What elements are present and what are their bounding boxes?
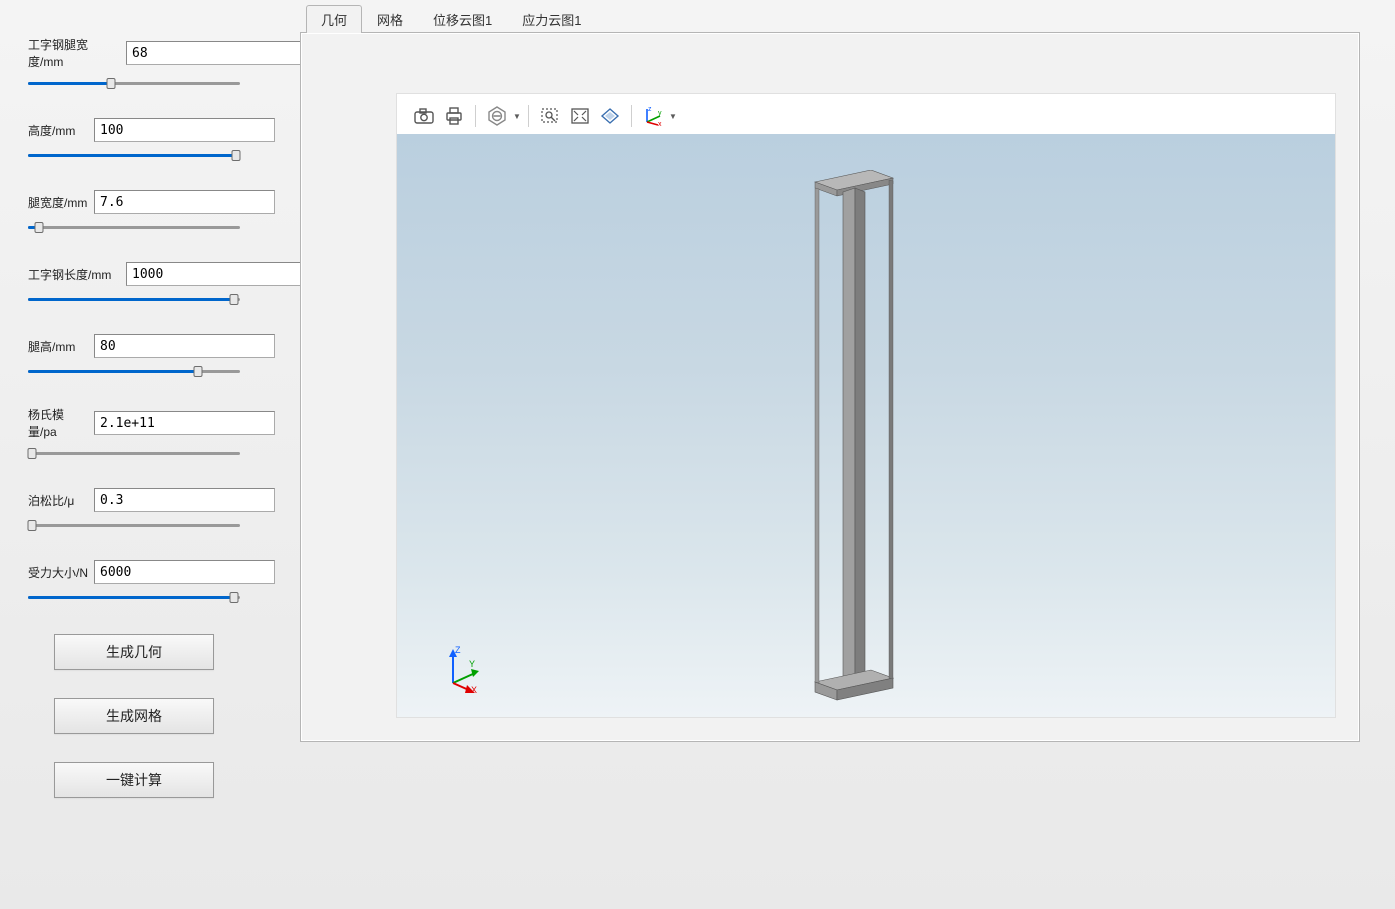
param-slider[interactable] bbox=[28, 364, 240, 378]
param-label: 泊松比/μ bbox=[28, 492, 88, 509]
toolbar-separator bbox=[631, 105, 632, 127]
axes-toggle-icon[interactable]: zyx bbox=[638, 103, 668, 129]
param-slider[interactable] bbox=[28, 518, 240, 532]
param-group: 高度/mm bbox=[28, 118, 240, 162]
viewer-toolbar: ▼zyx▼ bbox=[409, 102, 678, 130]
svg-text:y: y bbox=[658, 110, 662, 117]
viewer-container: ▼zyx▼ bbox=[396, 93, 1336, 718]
param-slider[interactable] bbox=[28, 220, 240, 234]
param-label: 工字钢腿宽度/mm bbox=[28, 36, 120, 70]
param-label: 杨氏模量/pa bbox=[28, 406, 88, 440]
generate-mesh-button[interactable]: 生成网格 bbox=[54, 698, 214, 734]
param-slider[interactable] bbox=[28, 76, 240, 90]
param-label: 高度/mm bbox=[28, 122, 88, 139]
param-group: 工字钢长度/mm bbox=[28, 262, 240, 306]
calculate-button[interactable]: 一键计算 bbox=[54, 762, 214, 798]
dropdown-caret-icon[interactable]: ▼ bbox=[512, 103, 522, 129]
content-area: 几何网格位移云图1应力云图1 ▼zyx▼ bbox=[260, 0, 1395, 909]
param-label: 腿宽度/mm bbox=[28, 194, 88, 211]
toolbar-separator bbox=[528, 105, 529, 127]
toolbar-separator bbox=[475, 105, 476, 127]
param-group: 腿高/mm bbox=[28, 334, 240, 378]
param-group: 腿宽度/mm bbox=[28, 190, 240, 234]
param-group: 受力大小/N bbox=[28, 560, 240, 604]
svg-text:Y: Y bbox=[469, 659, 475, 669]
no-entry-icon[interactable] bbox=[482, 103, 512, 129]
camera-icon[interactable] bbox=[409, 103, 439, 129]
param-group: 泊松比/μ bbox=[28, 488, 240, 532]
generate-geometry-button[interactable]: 生成几何 bbox=[54, 634, 214, 670]
param-slider[interactable] bbox=[28, 292, 240, 306]
zoom-extents-icon[interactable] bbox=[565, 103, 595, 129]
tab-1[interactable]: 网格 bbox=[362, 5, 418, 33]
tab-2[interactable]: 位移云图1 bbox=[418, 5, 507, 33]
param-slider[interactable] bbox=[28, 446, 240, 460]
param-label: 腿高/mm bbox=[28, 338, 88, 355]
svg-text:z: z bbox=[648, 106, 652, 113]
param-input[interactable] bbox=[94, 190, 275, 214]
print-icon[interactable] bbox=[439, 103, 469, 129]
tab-panel: ▼zyx▼ bbox=[300, 32, 1360, 742]
tab-0[interactable]: 几何 bbox=[306, 5, 362, 33]
svg-text:Z: Z bbox=[455, 645, 461, 655]
param-label: 受力大小/N bbox=[28, 564, 88, 581]
action-buttons: 生成几何 生成网格 一键计算 bbox=[28, 634, 240, 798]
zoom-select-icon[interactable] bbox=[535, 103, 565, 129]
sidebar: 工字钢腿宽度/mm 高度/mm 腿宽度/mm 工字钢长度/mm bbox=[0, 0, 260, 909]
param-slider[interactable] bbox=[28, 590, 240, 604]
ibeam-model bbox=[807, 170, 907, 713]
axis-triad: Z Y X bbox=[441, 647, 481, 693]
param-input[interactable] bbox=[94, 411, 275, 435]
param-input[interactable] bbox=[94, 488, 275, 512]
tab-bar: 几何网格位移云图1应力云图1 bbox=[300, 6, 1379, 32]
param-label: 工字钢长度/mm bbox=[28, 266, 120, 283]
tab-3[interactable]: 应力云图1 bbox=[507, 5, 596, 33]
param-slider[interactable] bbox=[28, 148, 240, 162]
dropdown-caret-icon[interactable]: ▼ bbox=[668, 103, 678, 129]
param-group: 工字钢腿宽度/mm bbox=[28, 36, 240, 90]
param-group: 杨氏模量/pa bbox=[28, 406, 240, 460]
param-input[interactable] bbox=[94, 560, 275, 584]
param-input[interactable] bbox=[94, 118, 275, 142]
reset-view-icon[interactable] bbox=[595, 103, 625, 129]
svg-text:x: x bbox=[658, 121, 662, 126]
viewport-3d[interactable]: Z Y X bbox=[397, 134, 1335, 717]
svg-text:X: X bbox=[471, 685, 477, 695]
param-input[interactable] bbox=[94, 334, 275, 358]
